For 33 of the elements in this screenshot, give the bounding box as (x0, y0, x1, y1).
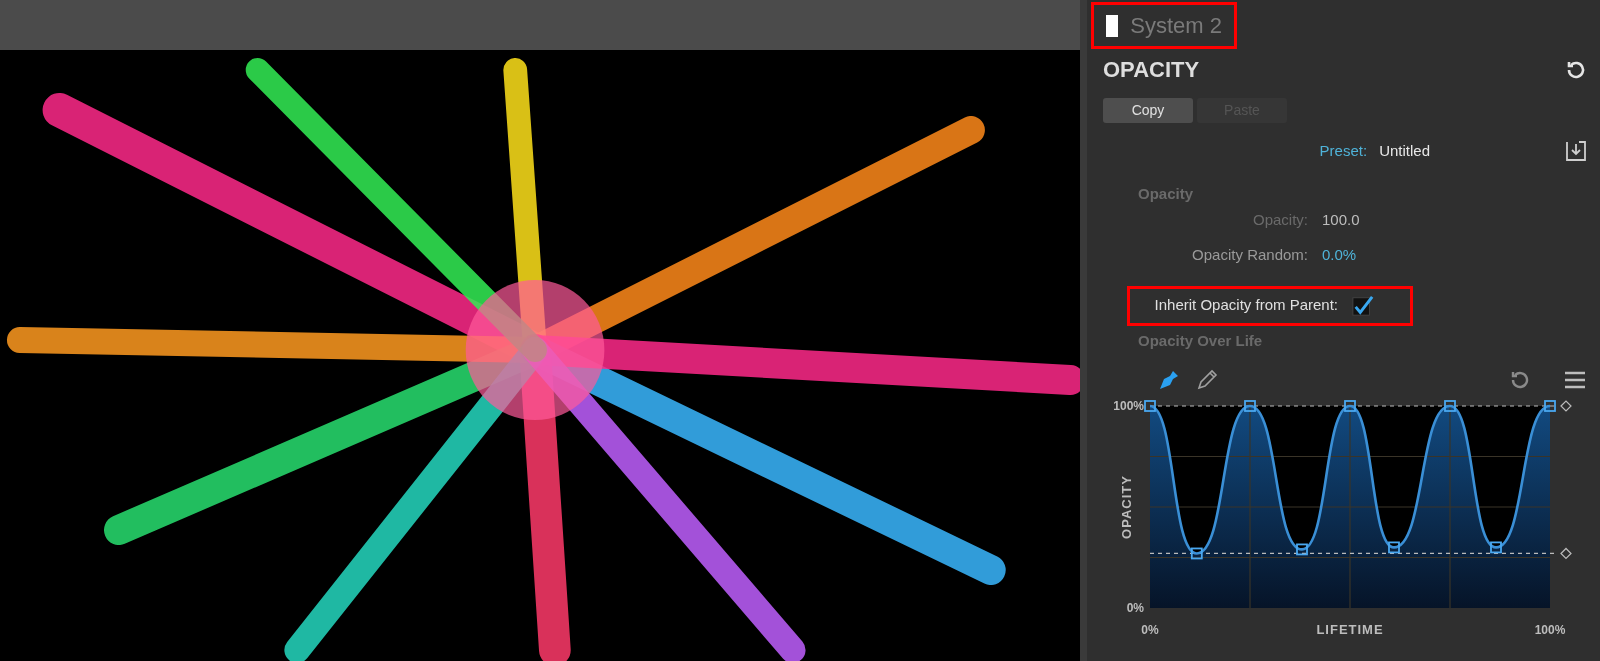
curve-point[interactable] (1144, 400, 1156, 412)
field-label: Inherit Opacity from Parent: (1154, 295, 1338, 316)
group-title: Opacity Over Life (1137, 330, 1264, 351)
axis-tick-label: 100% (1113, 399, 1144, 413)
pen-nib-icon[interactable] (1157, 368, 1181, 392)
curve-point[interactable] (1388, 541, 1400, 554)
axis-title: LIFETIME (1316, 622, 1384, 637)
section-title: OPACITY (1103, 56, 1200, 84)
axis-tick-label: 0% (1141, 623, 1159, 637)
checkbox[interactable] (1352, 294, 1374, 317)
axis-tick-label: 100% (1534, 623, 1566, 637)
pencil-icon[interactable] (1195, 368, 1219, 392)
curve-point[interactable] (1244, 400, 1256, 412)
field-label: Opacity: (1252, 210, 1308, 231)
curve-point[interactable] (1444, 400, 1456, 412)
preset-value[interactable]: Untitled (1379, 139, 1430, 163)
curve-point[interactable] (1490, 541, 1502, 554)
field-label: Opacity Random: (1192, 245, 1308, 266)
limit-handle[interactable] (1560, 400, 1572, 412)
axis-title: OPACITY (1119, 475, 1134, 539)
field-value[interactable]: 0.0% (1322, 244, 1382, 267)
toolbar-button[interactable]: Copy (1103, 98, 1193, 123)
system-name: System 2 (1130, 12, 1222, 40)
limit-handle[interactable] (1560, 547, 1572, 560)
curve-point[interactable] (1190, 547, 1203, 560)
axis-tick-label: 0% (1126, 601, 1144, 615)
curve-point[interactable] (1296, 543, 1308, 556)
save-icon[interactable] (1564, 139, 1588, 163)
curve-point[interactable] (1344, 400, 1356, 412)
curve-point[interactable] (1544, 400, 1556, 412)
color-swatch[interactable] (1106, 14, 1119, 37)
preset-label: Preset: (1319, 140, 1368, 161)
group-title: Opacity (1137, 184, 1195, 204)
